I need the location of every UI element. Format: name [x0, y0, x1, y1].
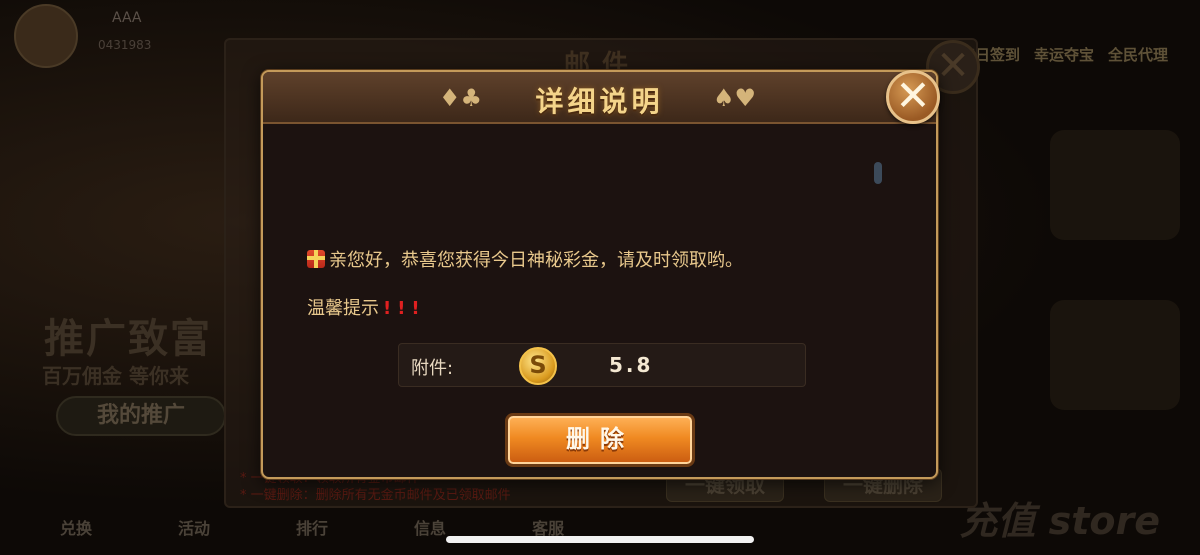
promo-subtitle: 百万佣金 等你来 [42, 364, 189, 388]
spade-heart-icon: ♠♥ [713, 84, 757, 112]
dialog-header: ♦♣ 详细说明 ♠♥ [263, 72, 936, 124]
user-name: AAA [112, 10, 142, 26]
tip-text: 温馨提示!!! [307, 294, 426, 320]
game-tile [1050, 130, 1180, 240]
detail-dialog: ♦♣ 详细说明 ♠♥ 亲您好，恭喜您获得今日神秘彩金，请及时领取哟。 温馨提示!… [261, 70, 938, 479]
attachment-value: 5.8 [609, 353, 654, 377]
nav-ranking: 排行 [296, 519, 329, 538]
lucky-draw-button: 幸运夺宝 [1034, 46, 1095, 64]
store-label: 充值 store [959, 499, 1160, 543]
delete-button[interactable]: 删除 [505, 413, 695, 467]
promo-title: 推广致富 [44, 316, 212, 362]
mail-note: * 一键删除：删除所有无金币邮件及已领取邮件 [240, 488, 511, 503]
message-text: 亲您好，恭喜您获得今日神秘彩金，请及时领取哟。 [307, 246, 743, 272]
home-indicator[interactable] [446, 536, 754, 543]
close-icon[interactable]: ✕ [886, 70, 940, 124]
exclamation-icon: !!! [383, 298, 426, 319]
my-promotion-button: 我的推广 [56, 396, 226, 436]
message-body: 亲您好，恭喜您获得今日神秘彩金，请及时领取哟。 [329, 250, 743, 271]
avatar [14, 4, 78, 68]
gift-icon [307, 250, 325, 268]
nav-info: 信息 [414, 519, 447, 538]
tip-label: 温馨提示 [307, 298, 379, 319]
nav-activity: 活动 [178, 519, 211, 538]
attachment-label: 附件: [411, 358, 454, 379]
scrollbar[interactable] [874, 162, 882, 184]
dialog-title: 详细说明 [535, 85, 664, 118]
agent-button: 全民代理 [1108, 46, 1169, 64]
user-id: 0431983 [98, 38, 152, 52]
attachment-row: 附件: S 5.8 [398, 343, 806, 387]
coin-icon: S [519, 347, 557, 385]
game-tile [1050, 300, 1180, 410]
nav-exchange: 兑换 [60, 519, 93, 538]
top-actions: 每日签到 幸运夺宝 全民代理 [960, 44, 1168, 65]
